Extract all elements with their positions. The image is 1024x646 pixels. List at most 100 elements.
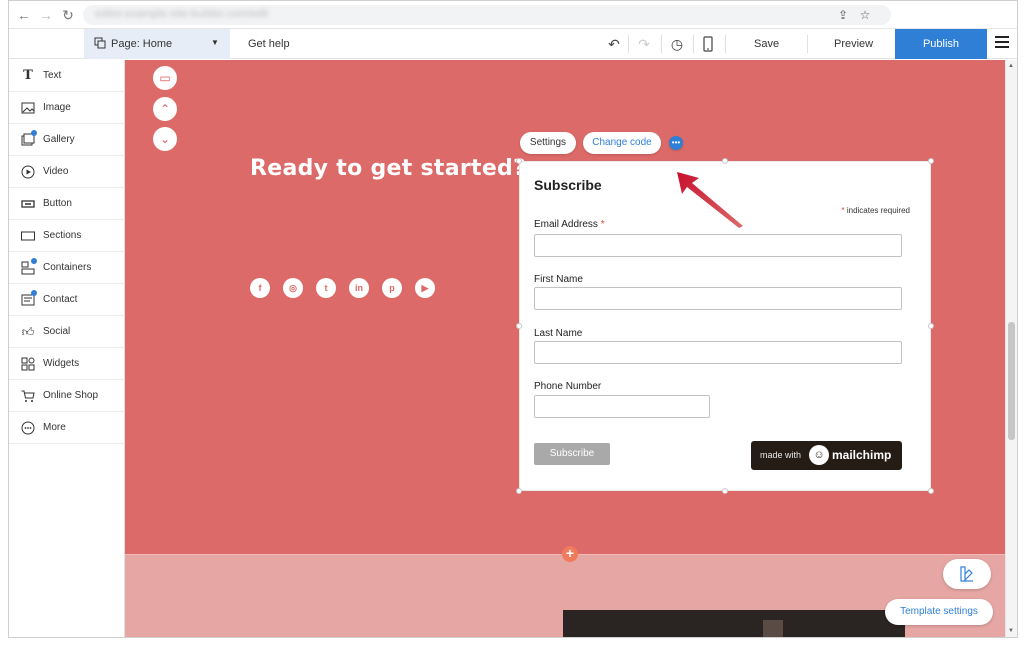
- scroll-down-icon[interactable]: ▼: [1008, 628, 1014, 634]
- sidebar-item-image[interactable]: Image: [9, 92, 125, 124]
- required-note: * indicates required: [841, 206, 910, 215]
- resize-handle[interactable]: [516, 323, 522, 329]
- resize-handle[interactable]: [928, 158, 934, 164]
- sidebar-item-widgets[interactable]: Widgets: [9, 348, 125, 380]
- get-help-link[interactable]: Get help: [248, 38, 290, 50]
- pinterest-icon[interactable]: p: [382, 278, 402, 298]
- sidebar-item-containers[interactable]: Containers: [9, 252, 125, 284]
- badge-made-with: made with: [760, 450, 802, 460]
- resize-handle[interactable]: [722, 158, 728, 164]
- thumbs-up-icon: 👍︎: [21, 325, 35, 339]
- text-icon: T: [23, 68, 33, 83]
- sidebar-item-label: Containers: [43, 262, 92, 273]
- sidebar-item-gallery[interactable]: Gallery: [9, 124, 125, 156]
- mailchimp-badge[interactable]: made with ☺ mailchimp: [751, 441, 902, 470]
- hamburger-menu-icon[interactable]: [995, 36, 1009, 50]
- change-code-button[interactable]: Change code: [583, 132, 661, 154]
- cart-icon: [21, 390, 35, 402]
- sidebar-item-label: Sections: [43, 230, 82, 241]
- new-badge-dot: [31, 130, 37, 136]
- linkedin-icon[interactable]: in: [349, 278, 369, 298]
- facebook-icon[interactable]: f: [250, 278, 270, 298]
- section-image[interactable]: [563, 610, 905, 637]
- button-icon: [21, 200, 35, 208]
- element-sidebar: T Text Image Gallery Video Button Sectio…: [9, 60, 125, 637]
- sidebar-item-video[interactable]: Video: [9, 156, 125, 188]
- back-icon[interactable]: ←: [15, 6, 33, 24]
- sidebar-item-label: Widgets: [43, 358, 80, 369]
- last-name-label: Last Name: [534, 328, 583, 339]
- scrollbar[interactable]: ▲ ▼: [1005, 60, 1017, 637]
- scroll-up-icon[interactable]: ▲: [1008, 63, 1014, 69]
- editor-toolbar: Page: Home ▼ Get help ↶ ↷ ◷ Save Preview…: [9, 29, 1017, 59]
- app-frame: ← → ↻ editor.example-site-builder.com/ed…: [8, 0, 1018, 638]
- paint-icon: [960, 566, 973, 582]
- new-badge-dot: [31, 258, 37, 264]
- sidebar-item-contact[interactable]: Contact: [9, 284, 125, 316]
- sections-icon: [21, 231, 35, 241]
- page-selector[interactable]: Page: Home ▼: [84, 29, 230, 59]
- add-section-icon[interactable]: +: [562, 546, 578, 562]
- undo-icon[interactable]: ↶: [605, 35, 623, 53]
- sidebar-item-label: Social: [43, 326, 71, 337]
- widgets-icon: [21, 357, 35, 371]
- publish-button[interactable]: Publish: [895, 29, 987, 59]
- sidebar-item-button[interactable]: Button: [9, 188, 125, 220]
- section-headline[interactable]: Ready to get started?: [250, 156, 526, 181]
- history-icon[interactable]: ◷: [668, 35, 686, 53]
- email-label: Email Address *: [534, 219, 605, 230]
- more-icon: [21, 421, 35, 435]
- new-badge-dot: [31, 290, 37, 296]
- sidebar-item-more[interactable]: More: [9, 412, 125, 444]
- sidebar-item-label: Video: [43, 166, 69, 177]
- template-settings-button[interactable]: Template settings: [885, 599, 993, 625]
- pages-icon: [94, 37, 106, 49]
- phone-field[interactable]: [534, 395, 710, 418]
- scroll-thumb[interactable]: [1008, 322, 1015, 440]
- sidebar-item-label: More: [43, 422, 66, 433]
- youtube-icon[interactable]: ▶: [415, 278, 435, 298]
- email-field[interactable]: [534, 234, 902, 257]
- resize-handle[interactable]: [516, 158, 522, 164]
- last-name-field[interactable]: [534, 341, 902, 364]
- share-icon[interactable]: ⇪: [835, 7, 851, 23]
- sidebar-item-label: Image: [43, 102, 71, 113]
- resize-handle[interactable]: [928, 488, 934, 494]
- first-name-label: First Name: [534, 274, 583, 285]
- editor-canvas[interactable]: ▭ ⌃ ⌄ Ready to get started? f ◎ t in p ▶…: [125, 60, 1005, 637]
- widget-more-icon[interactable]: •••: [669, 136, 683, 150]
- design-panel-button[interactable]: [943, 559, 991, 589]
- video-icon: [21, 165, 35, 179]
- first-name-field[interactable]: [534, 287, 902, 310]
- section-layers-icon[interactable]: ▭: [153, 66, 177, 90]
- address-text: editor.example-site-builder.com/edit: [95, 8, 269, 20]
- toolbar-divider: [807, 35, 808, 53]
- move-section-down-icon[interactable]: ⌄: [153, 127, 177, 151]
- forward-icon[interactable]: →: [37, 6, 55, 24]
- mobile-view-icon[interactable]: [699, 35, 717, 53]
- preview-button[interactable]: Preview: [834, 38, 873, 50]
- sidebar-item-social[interactable]: 👍︎ Social: [9, 316, 125, 348]
- save-button[interactable]: Save: [754, 38, 779, 50]
- redo-icon[interactable]: ↷: [635, 35, 653, 53]
- address-bar[interactable]: editor.example-site-builder.com/edit ⇪ ☆: [83, 5, 891, 25]
- twitter-icon[interactable]: t: [316, 278, 336, 298]
- resize-handle[interactable]: [928, 323, 934, 329]
- resize-handle[interactable]: [722, 488, 728, 494]
- resize-handle[interactable]: [516, 488, 522, 494]
- widget-settings-button[interactable]: Settings: [520, 132, 576, 154]
- page-selector-label: Page: Home: [111, 38, 173, 50]
- move-section-up-icon[interactable]: ⌃: [153, 97, 177, 121]
- form-title: Subscribe: [534, 177, 602, 193]
- sidebar-item-text[interactable]: T Text: [9, 60, 125, 92]
- image-icon: [21, 102, 35, 114]
- instagram-icon[interactable]: ◎: [283, 278, 303, 298]
- sidebar-item-online-shop[interactable]: Online Shop: [9, 380, 125, 412]
- star-icon[interactable]: ☆: [857, 7, 873, 23]
- sidebar-item-label: Button: [43, 198, 72, 209]
- badge-brand: mailchimp: [832, 448, 892, 462]
- subscribe-button[interactable]: Subscribe: [534, 443, 610, 465]
- red-arrow-annotation: [677, 172, 743, 228]
- sidebar-item-sections[interactable]: Sections: [9, 220, 125, 252]
- reload-icon[interactable]: ↻: [59, 6, 77, 24]
